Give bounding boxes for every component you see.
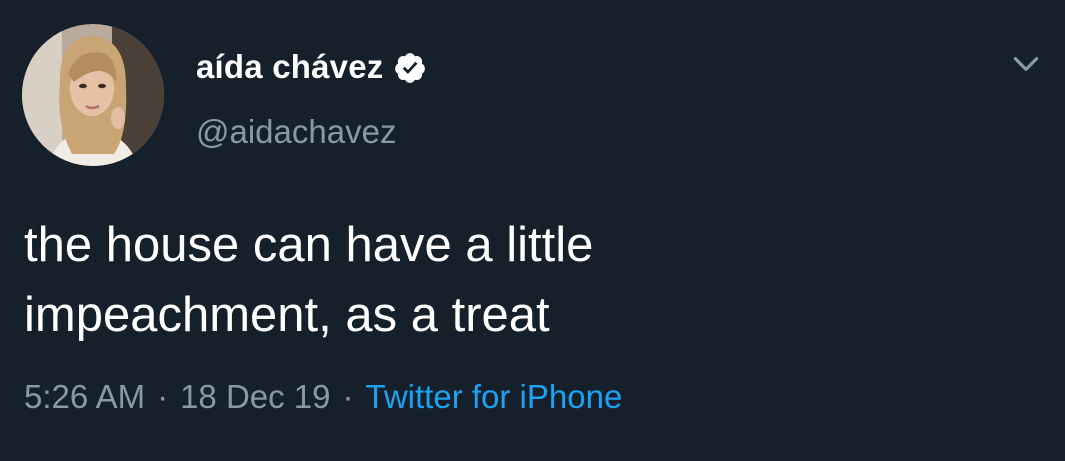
verified-badge-icon (393, 51, 427, 85)
meta-separator: · (157, 378, 169, 415)
tweet-date[interactable]: 18 Dec 19 (180, 378, 330, 416)
user-handle[interactable]: @aidachavez (196, 113, 396, 151)
meta-separator: · (342, 378, 354, 415)
tweet-meta: 5:26 AM · 18 Dec 19 · Twitter for iPhone (24, 378, 622, 416)
tweet-menu-button[interactable] (1006, 44, 1046, 84)
display-name[interactable]: aída chávez (196, 48, 383, 86)
tweet-source-link[interactable]: Twitter for iPhone (366, 378, 623, 416)
user-name-row[interactable]: aída chávez (196, 44, 427, 90)
avatar[interactable] (22, 24, 164, 166)
tweet-card: aída chávez @aidachavez the house can ha… (0, 0, 1065, 461)
chevron-down-icon (1013, 57, 1039, 71)
tweet-time[interactable]: 5:26 AM (24, 378, 145, 416)
tweet-text: the house can have a little impeachment,… (24, 218, 594, 342)
avatar-photo (22, 24, 164, 166)
